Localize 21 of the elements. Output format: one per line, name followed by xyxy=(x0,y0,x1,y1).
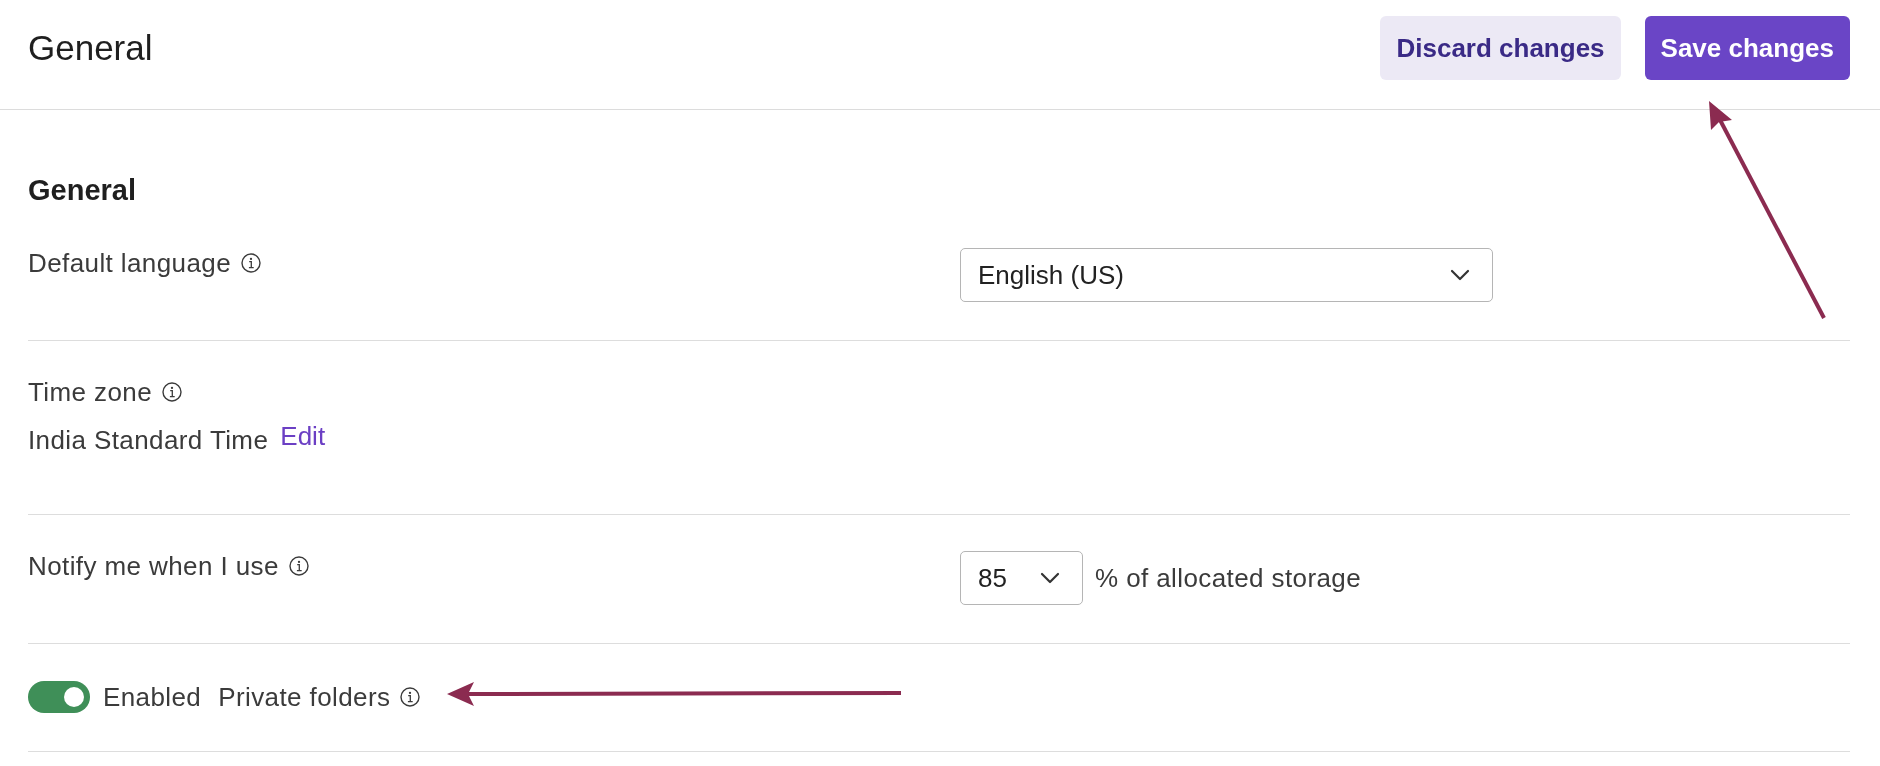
timezone-value: India Standard Time xyxy=(28,425,269,455)
setting-label: Time zone xyxy=(28,377,152,407)
discard-button[interactable]: Discard changes xyxy=(1380,16,1621,80)
setting-label: Default language xyxy=(28,248,231,278)
threshold-select[interactable]: 85 xyxy=(960,551,1083,605)
threshold-suffix: % of allocated storage xyxy=(1095,563,1362,593)
info-icon[interactable] xyxy=(288,556,309,576)
edit-link[interactable]: Edit xyxy=(280,421,326,451)
save-button[interactable]: Save changes xyxy=(1644,16,1850,80)
info-icon[interactable] xyxy=(241,253,261,273)
chevron-down-icon xyxy=(1040,572,1060,584)
section-heading: General xyxy=(28,173,137,207)
info-icon[interactable] xyxy=(162,382,182,402)
toggle-switch[interactable] xyxy=(28,681,90,713)
setting-label: Private folders xyxy=(218,682,391,712)
setting-label: Notify me when I use xyxy=(28,551,279,581)
page-title: General xyxy=(28,27,153,69)
info-icon[interactable] xyxy=(400,687,421,707)
language-select[interactable]: English (US) xyxy=(960,248,1493,302)
chevron-down-icon xyxy=(1450,269,1470,281)
toggle-state-label: Enabled xyxy=(103,682,202,712)
